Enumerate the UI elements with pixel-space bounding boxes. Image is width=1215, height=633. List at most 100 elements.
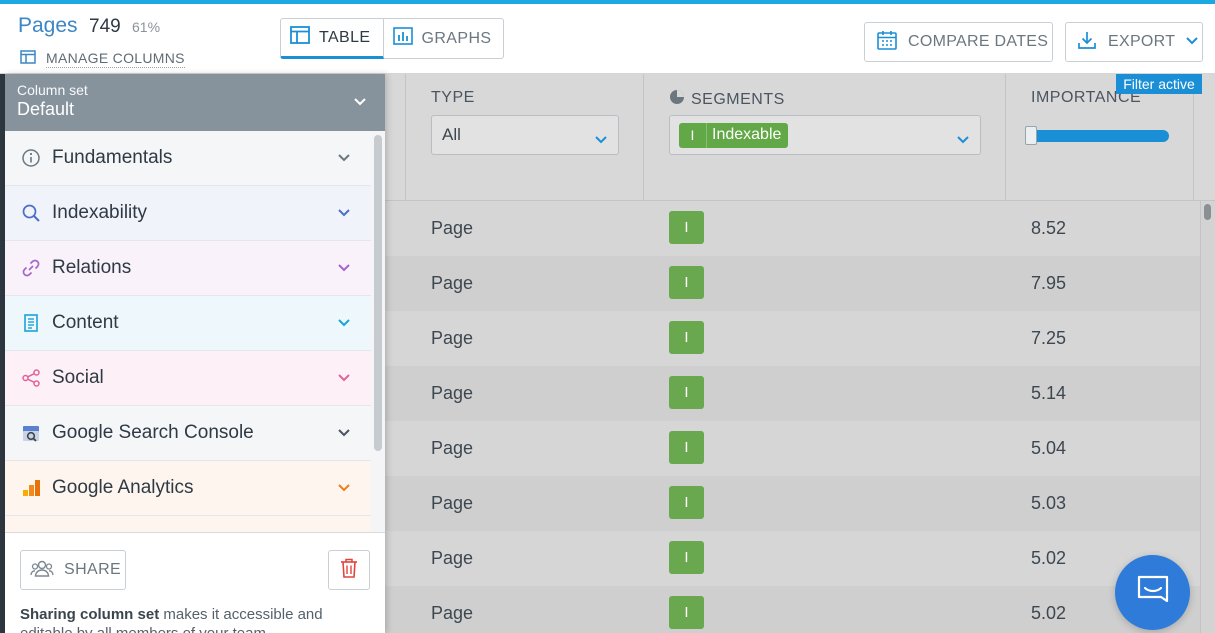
cell-type: Page xyxy=(431,493,474,513)
chevron-down-icon xyxy=(353,94,367,112)
table-row[interactable]: Page I 5.14 xyxy=(385,366,1215,421)
column-set-label: Column set xyxy=(17,82,88,98)
cell-importance: 8.52 xyxy=(1031,218,1067,238)
segment-tag-label: Indexable xyxy=(712,126,782,143)
manage-columns-panel: Column set Default Fundamentals Indexabi… xyxy=(5,74,385,633)
segment-badge: I xyxy=(669,431,704,464)
column-set-selector[interactable]: Column set Default xyxy=(5,74,385,131)
category-indexability[interactable]: Indexability xyxy=(5,186,371,241)
table-row[interactable]: Page I 5.02 xyxy=(385,586,1215,633)
table-row[interactable]: Page I 5.03 xyxy=(385,476,1215,531)
table-row[interactable]: Page I 5.04 xyxy=(385,421,1215,476)
category-label: Relations xyxy=(52,257,132,278)
category-social[interactable]: Social xyxy=(5,351,371,406)
compare-dates-label: COMPARE DATES xyxy=(908,33,1049,50)
tab-table-label: TABLE xyxy=(319,28,371,46)
chevron-down-icon xyxy=(337,205,351,223)
bar-chart-icon xyxy=(392,25,414,52)
delete-column-set-button[interactable] xyxy=(328,550,370,590)
cell-importance: 7.95 xyxy=(1031,273,1067,293)
category-relations[interactable]: Relations xyxy=(5,241,371,296)
trash-icon xyxy=(339,557,359,584)
category-fundamentals[interactable]: Fundamentals xyxy=(5,131,371,186)
cell-type: Page xyxy=(431,328,474,348)
top-bar: Pages 749 61% MANAGE COLUMNS TABLE GRAPH… xyxy=(0,0,1215,74)
share-note-bold: Sharing column set xyxy=(20,606,160,623)
category-google-search-console[interactable]: Google Search Console xyxy=(5,406,371,461)
cell-type: Page xyxy=(431,548,474,568)
category-label: Google Analytics xyxy=(52,477,194,498)
chevron-down-icon xyxy=(337,260,351,278)
segment-badge: I xyxy=(669,541,704,574)
category-google-analytics[interactable]: Google Analytics xyxy=(5,461,371,516)
chevron-down-icon xyxy=(1185,33,1199,51)
share-icon xyxy=(21,368,41,388)
search-icon xyxy=(21,203,41,223)
panel-footer: SHARE Sharing column set makes it access… xyxy=(5,532,385,633)
tab-graphs-label: GRAPHS xyxy=(421,29,492,47)
column-category-list: Fundamentals Indexability Relations Cont… xyxy=(5,131,371,532)
export-label: EXPORT xyxy=(1108,33,1176,50)
importance-slider-handle[interactable] xyxy=(1025,126,1037,145)
chat-launcher-button[interactable] xyxy=(1115,555,1190,630)
chevron-down-icon xyxy=(956,130,970,150)
link-icon xyxy=(21,258,41,278)
importance-range-slider[interactable] xyxy=(1031,130,1169,142)
pages-count: 749 xyxy=(89,16,121,37)
cell-importance: 5.14 xyxy=(1031,383,1067,403)
column-set-value: Default xyxy=(17,99,75,119)
segment-filter-select[interactable]: I Indexable xyxy=(669,115,981,155)
table-row[interactable]: Page I 8.52 xyxy=(385,201,1215,256)
category-label: Fundamentals xyxy=(52,147,173,168)
cell-importance: 5.02 xyxy=(1031,548,1067,568)
filter-active-badge: Filter active xyxy=(1116,74,1202,94)
calendar-icon xyxy=(876,29,898,56)
cell-type: Page xyxy=(431,218,474,238)
column-title: TYPE xyxy=(431,89,475,106)
pages-table: TYPE All SEGMENTS I Indexable IMPORTANCE… xyxy=(385,74,1215,633)
category-label: Google Search Console xyxy=(52,422,254,443)
users-icon xyxy=(30,558,54,583)
chevron-down-icon xyxy=(337,315,351,333)
segment-badge: I xyxy=(669,211,704,244)
export-button[interactable]: EXPORT xyxy=(1065,22,1203,62)
chevron-down-icon xyxy=(337,425,351,443)
chat-icon xyxy=(1135,573,1171,612)
table-row[interactable]: Page I 7.25 xyxy=(385,311,1215,366)
cell-type: Page xyxy=(431,383,474,403)
type-filter-select[interactable]: All xyxy=(431,115,619,155)
column-title: SEGMENTS xyxy=(691,90,785,108)
column-header-type[interactable]: TYPE xyxy=(431,89,475,107)
table-row[interactable]: Page I 7.95 xyxy=(385,256,1215,311)
columns-icon xyxy=(20,49,36,68)
cell-type: Page xyxy=(431,438,474,458)
chevron-down-icon xyxy=(337,370,351,388)
cell-importance: 5.04 xyxy=(1031,438,1067,458)
table-scrollbar-thumb[interactable] xyxy=(1204,204,1211,220)
panel-scrollbar-thumb[interactable] xyxy=(374,135,382,451)
cell-importance: 5.03 xyxy=(1031,493,1067,513)
panel-scrollbar[interactable] xyxy=(371,131,385,532)
category-content[interactable]: Content xyxy=(5,296,371,351)
table-scrollbar[interactable] xyxy=(1200,201,1215,633)
download-icon xyxy=(1076,29,1098,56)
pages-percent: 61% xyxy=(132,19,161,35)
share-label: SHARE xyxy=(64,561,122,578)
table-row[interactable]: Page I 5.02 xyxy=(385,531,1215,586)
manage-columns-link[interactable]: MANAGE COLUMNS xyxy=(20,49,185,68)
table-icon xyxy=(289,24,311,51)
column-header-segments[interactable]: SEGMENTS xyxy=(669,89,785,110)
tab-graphs[interactable]: GRAPHS xyxy=(383,18,505,59)
tab-table[interactable]: TABLE xyxy=(280,18,384,59)
segment-badge: I xyxy=(669,596,704,629)
share-button[interactable]: SHARE xyxy=(20,550,126,590)
segment-badge: I xyxy=(669,266,704,299)
category-label: Indexability xyxy=(52,202,148,223)
table-body: Page I 8.52 Page I 7.95 Page I 7.25 Page… xyxy=(385,201,1215,633)
segment-tag[interactable]: I Indexable xyxy=(679,122,789,148)
segment-badge: I xyxy=(669,486,704,519)
segment-badge: I xyxy=(669,376,704,409)
category-label: Social xyxy=(52,367,104,388)
compare-dates-button[interactable]: COMPARE DATES xyxy=(864,22,1053,62)
segment-tag-letter: I xyxy=(679,122,707,148)
